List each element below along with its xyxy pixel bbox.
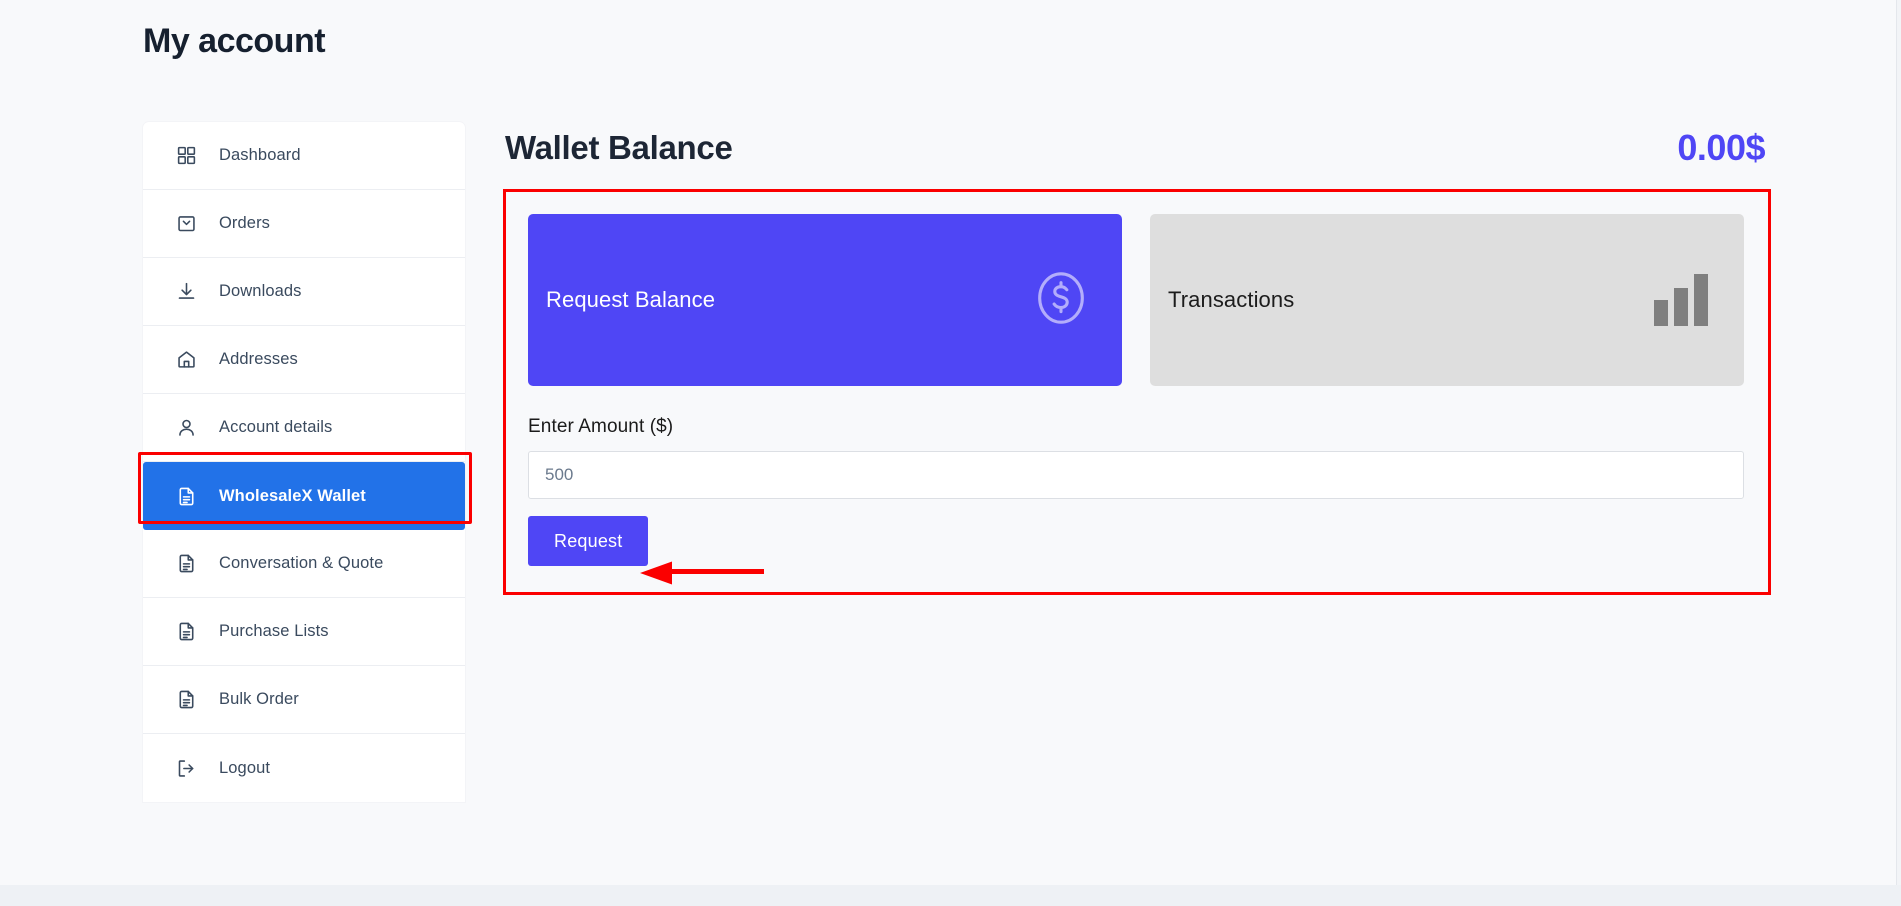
sidebar-item-label: Conversation & Quote xyxy=(219,554,384,572)
request-button[interactable]: Request xyxy=(528,516,649,566)
request-balance-card[interactable]: Request Balance xyxy=(528,214,1122,386)
sidebar-item-label: Logout xyxy=(219,758,271,777)
sidebar-item-label: Orders xyxy=(219,214,271,232)
dollar-circle-icon xyxy=(1030,267,1092,334)
document-icon xyxy=(175,689,197,711)
page-title: My account xyxy=(143,22,326,60)
wallet-heading: Wallet Balance xyxy=(505,129,733,166)
wallet-panel: Request Balance Transactions Enter Amoun… xyxy=(503,189,1771,595)
account-sidebar: Dashboard Orders Downloads Addresses Acc… xyxy=(143,122,465,802)
amount-input[interactable] xyxy=(528,451,1744,499)
sidebar-item-label: Dashboard xyxy=(219,146,301,164)
sidebar-item-label: Addresses xyxy=(219,350,298,368)
sidebar-item-label: Bulk Order xyxy=(219,690,299,708)
sidebar-item-conversation-quote[interactable]: Conversation & Quote xyxy=(143,530,465,598)
wallet-balance-amount: 0.00$ xyxy=(1677,127,1765,168)
sidebar-item-label: WholesaleX Wallet xyxy=(219,486,366,505)
transactions-card[interactable]: Transactions xyxy=(1150,214,1744,386)
sidebar-item-account-details[interactable]: Account details xyxy=(143,394,465,462)
sidebar-item-logout[interactable]: Logout xyxy=(143,734,465,802)
document-icon xyxy=(175,553,197,575)
document-icon xyxy=(175,485,197,507)
document-icon xyxy=(175,621,197,643)
home-icon xyxy=(175,349,197,371)
sidebar-item-bulk-order[interactable]: Bulk Order xyxy=(143,666,465,734)
footer-band xyxy=(0,885,1901,906)
grid-icon xyxy=(175,145,197,167)
request-balance-card-label: Request Balance xyxy=(546,287,716,312)
wallet-header: Wallet Balance 0.00$ xyxy=(503,118,1771,178)
sidebar-item-label: Downloads xyxy=(219,282,302,300)
user-icon xyxy=(175,417,197,439)
sidebar-item-label: Purchase Lists xyxy=(219,622,329,640)
wallet-main: Wallet Balance 0.00$ Request Balance Tra… xyxy=(503,118,1771,595)
bar-chart-icon xyxy=(1652,270,1714,331)
sidebar-item-wholesalex-wallet[interactable]: WholesaleX Wallet xyxy=(143,462,465,530)
sidebar-item-label: Account details xyxy=(219,418,333,436)
sidebar-item-orders[interactable]: Orders xyxy=(143,190,465,258)
transactions-card-label: Transactions xyxy=(1168,287,1295,312)
sidebar-item-addresses[interactable]: Addresses xyxy=(143,326,465,394)
page-right-edge xyxy=(1896,0,1901,885)
download-icon xyxy=(175,281,197,303)
logout-icon xyxy=(175,757,197,779)
sidebar-item-purchase-lists[interactable]: Purchase Lists xyxy=(143,598,465,666)
sidebar-item-downloads[interactable]: Downloads xyxy=(143,258,465,326)
bag-icon xyxy=(175,213,197,235)
wallet-action-cards: Request Balance Transactions xyxy=(528,214,1744,386)
sidebar-item-dashboard[interactable]: Dashboard xyxy=(143,122,465,190)
amount-label: Enter Amount ($) xyxy=(528,416,674,437)
